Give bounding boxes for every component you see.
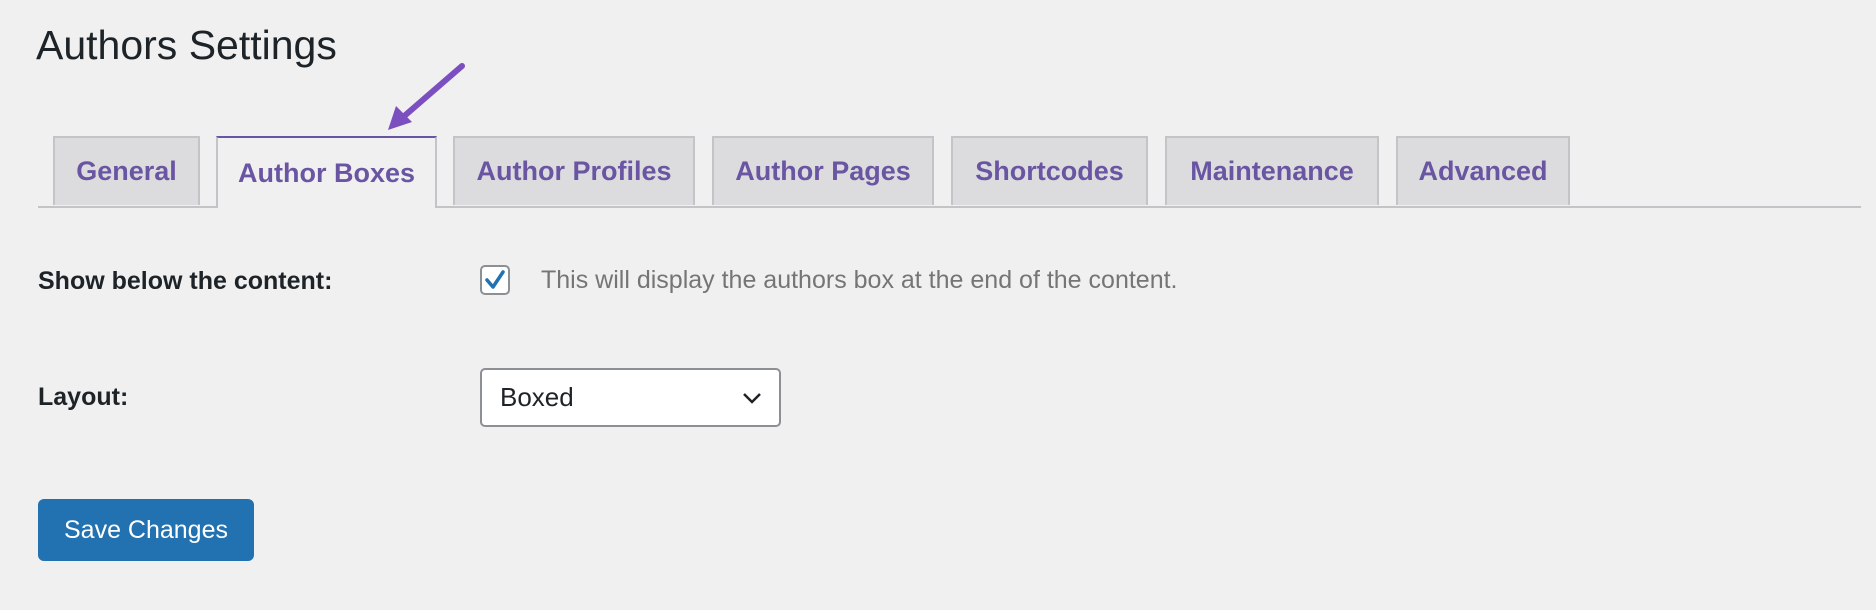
show-below-label: Show below the content: (38, 267, 333, 295)
tab-advanced[interactable]: Advanced (1396, 136, 1570, 205)
chevron-down-icon (743, 393, 761, 404)
show-below-description: This will display the authors box at the… (541, 266, 1178, 294)
tab-author-profiles[interactable]: Author Profiles (453, 136, 695, 205)
save-changes-button[interactable]: Save Changes (38, 499, 254, 561)
tab-shortcodes[interactable]: Shortcodes (951, 136, 1148, 205)
tab-author-pages[interactable]: Author Pages (712, 136, 934, 205)
settings-tabs: General Author Boxes Author Profiles Aut… (38, 136, 1861, 208)
tab-general[interactable]: General (53, 136, 200, 205)
show-below-checkbox[interactable] (480, 265, 510, 295)
tab-author-boxes[interactable]: Author Boxes (216, 136, 437, 208)
layout-select-value: Boxed (500, 382, 574, 412)
layout-label: Layout: (38, 383, 129, 411)
tab-maintenance[interactable]: Maintenance (1165, 136, 1379, 205)
layout-select[interactable]: Boxed (480, 368, 781, 427)
checkmark-icon (485, 270, 505, 289)
